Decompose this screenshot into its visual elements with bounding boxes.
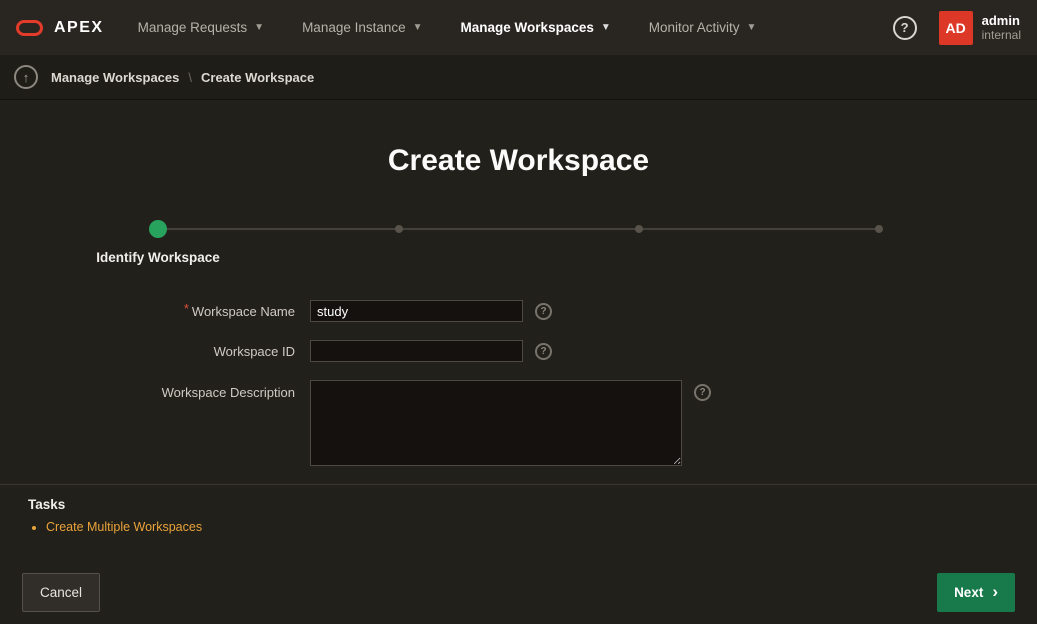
app-header: APEX Manage Requests ▼ Manage Instance ▼… bbox=[0, 0, 1037, 55]
cancel-button[interactable]: Cancel bbox=[22, 573, 100, 612]
form-row-workspace-description: Workspace Description ? bbox=[0, 380, 1037, 466]
workspace-description-label: Workspace Description bbox=[0, 380, 310, 400]
question-icon: ? bbox=[540, 346, 546, 357]
workspace-id-help-icon[interactable]: ? bbox=[535, 343, 552, 360]
tasks-list: Create Multiple Workspaces bbox=[28, 520, 1009, 534]
wizard-step-1-current bbox=[149, 220, 167, 238]
nav-item-label: Monitor Activity bbox=[649, 20, 740, 35]
arrow-up-icon: ↑ bbox=[23, 70, 30, 85]
brand-apex: APEX bbox=[54, 19, 104, 37]
user-name: admin bbox=[982, 13, 1021, 29]
wizard-step-4 bbox=[875, 225, 883, 233]
workspace-name-help-icon[interactable]: ? bbox=[535, 303, 552, 320]
avatar[interactable]: AD bbox=[939, 11, 973, 45]
nav-item-label: Manage Requests bbox=[138, 20, 248, 35]
workspace-name-label: *Workspace Name bbox=[0, 304, 310, 319]
tasks-title: Tasks bbox=[28, 497, 1009, 512]
wizard-step-2 bbox=[395, 225, 403, 233]
user-subtitle: internal bbox=[982, 28, 1021, 42]
nav-item-manage-workspaces[interactable]: Manage Workspaces ▼ bbox=[461, 20, 611, 35]
required-marker: * bbox=[184, 301, 189, 316]
header-right: ? AD admin internal bbox=[893, 11, 1021, 45]
top-nav: Manage Requests ▼ Manage Instance ▼ Mana… bbox=[138, 20, 757, 35]
nav-item-manage-requests[interactable]: Manage Requests ▼ bbox=[138, 20, 264, 35]
label-text: Workspace Name bbox=[192, 304, 295, 319]
wizard-progress: Identify Workspace bbox=[0, 214, 1037, 278]
workspace-description-textarea[interactable] bbox=[310, 380, 682, 466]
chevron-down-icon: ▼ bbox=[601, 23, 611, 33]
breadcrumb-bar: ↑ Manage Workspaces \ Create Workspace bbox=[0, 55, 1037, 100]
form-row-workspace-id: Workspace ID ? bbox=[0, 340, 1037, 362]
workspace-description-help-icon[interactable]: ? bbox=[694, 384, 711, 401]
question-icon: ? bbox=[540, 306, 546, 317]
breadcrumb-current: Create Workspace bbox=[201, 70, 314, 85]
nav-item-label: Manage Instance bbox=[302, 20, 406, 35]
workspace-id-input[interactable] bbox=[310, 340, 523, 362]
question-icon: ? bbox=[699, 387, 705, 398]
tasks-region: Tasks Create Multiple Workspaces bbox=[0, 484, 1037, 540]
tasks-list-item: Create Multiple Workspaces bbox=[46, 520, 1009, 534]
nav-item-monitor-activity[interactable]: Monitor Activity ▼ bbox=[649, 20, 757, 35]
wizard-footer: Cancel Next › bbox=[0, 560, 1037, 624]
wizard-line bbox=[158, 228, 880, 230]
form-row-workspace-name: *Workspace Name ? bbox=[0, 300, 1037, 322]
wizard-step-3 bbox=[635, 225, 643, 233]
chevron-down-icon: ▼ bbox=[413, 23, 423, 33]
workspace-id-label: Workspace ID bbox=[0, 344, 310, 359]
create-multiple-workspaces-link[interactable]: Create Multiple Workspaces bbox=[46, 520, 202, 534]
workspace-name-input[interactable] bbox=[310, 300, 523, 322]
chevron-down-icon: ▼ bbox=[747, 23, 757, 33]
question-icon: ? bbox=[901, 20, 909, 35]
breadcrumb-manage-workspaces[interactable]: Manage Workspaces bbox=[51, 70, 179, 85]
main-content: Create Workspace Identify Workspace *Wor… bbox=[0, 100, 1037, 624]
nav-item-manage-instance[interactable]: Manage Instance ▼ bbox=[302, 20, 422, 35]
chevron-down-icon: ▼ bbox=[254, 23, 264, 33]
next-button-label: Next bbox=[954, 585, 983, 600]
nav-item-label: Manage Workspaces bbox=[461, 20, 594, 35]
next-button[interactable]: Next › bbox=[937, 573, 1015, 612]
create-workspace-form: *Workspace Name ? Workspace ID ? Workspa… bbox=[0, 300, 1037, 466]
label-text: Workspace ID bbox=[214, 344, 295, 359]
wizard-step-label: Identify Workspace bbox=[96, 250, 220, 265]
help-button[interactable]: ? bbox=[893, 16, 917, 40]
breadcrumb-separator: \ bbox=[188, 70, 192, 85]
up-arrow-button[interactable]: ↑ bbox=[14, 65, 38, 89]
label-text: Workspace Description bbox=[162, 385, 295, 400]
oracle-logo-icon bbox=[16, 20, 43, 36]
page-title: Create Workspace bbox=[0, 100, 1037, 178]
user-block: admin internal bbox=[982, 13, 1021, 43]
